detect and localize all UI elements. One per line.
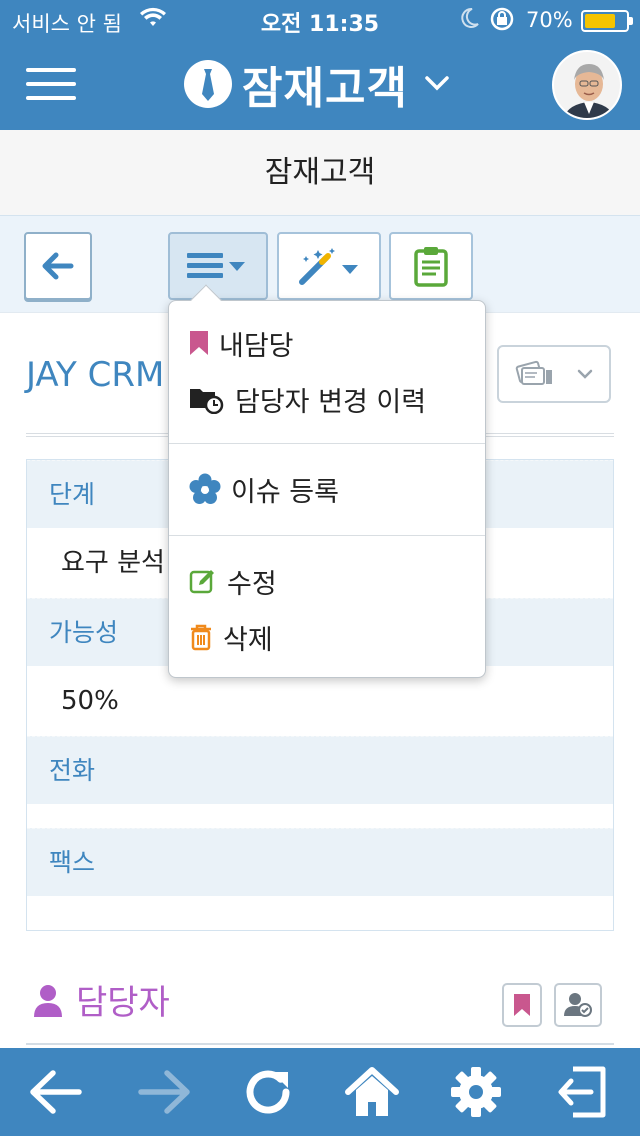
settings-button[interactable] [444,1060,508,1124]
field-value-fax [27,896,613,920]
menu-item-register-issue[interactable]: 이슈 등록 [189,469,339,509]
back-button[interactable] [24,232,92,300]
edit-icon [189,570,214,594]
arrow-left-icon [30,1070,82,1114]
moon-icon [458,6,480,35]
menu-item-label: 내담당 [219,330,294,362]
avatar[interactable] [552,50,622,120]
menu-toggle-button[interactable] [26,68,76,100]
menu-item-edit[interactable]: 수정 [189,561,277,601]
home-icon [345,1067,399,1116]
menu-item-my-assignment[interactable]: 내담당 [189,323,294,363]
menu-item-label: 이슈 등록 [231,476,339,508]
home-button[interactable] [340,1060,404,1124]
list-menu-button[interactable] [168,232,268,300]
gear-icon [451,1067,501,1117]
top-bar: 서비스 안 됨 오전 11:35 70% 잠재고객 [0,0,640,130]
module-selector[interactable]: 잠재고객 [184,56,450,114]
folder-history-icon [190,389,224,414]
refresh-icon [246,1070,290,1114]
owner-section-title: 담당자 [76,983,170,1023]
clipboard-icon [414,247,448,287]
action-toolbar [0,216,640,312]
divider [26,1043,614,1045]
business-cards-icon [515,360,552,385]
field-label-fax: 팩스 [27,828,613,896]
tie-icon [184,60,232,108]
battery-percent: 70% [526,8,573,32]
logout-button[interactable] [550,1060,614,1124]
user-check-icon [564,993,592,1017]
arrow-left-icon [42,252,74,280]
bookmark-icon [190,331,208,355]
trash-icon [191,624,211,651]
bottom-nav-bar [0,1048,640,1136]
menu-item-delete[interactable]: 삭제 [189,617,273,657]
field-label-phone: 전화 [27,736,613,804]
flower-icon [189,473,221,504]
browser-forward-button[interactable] [132,1060,196,1124]
user-icon [34,984,62,1017]
magic-wand-icon [299,248,358,285]
nav-bar: 잠재고객 [0,40,640,130]
bookmark-button[interactable] [502,983,542,1027]
menu-separator [169,535,485,536]
list-menu-icon [187,253,245,278]
rotation-lock-icon [488,6,516,37]
browser-back-button[interactable] [24,1060,88,1124]
page-title: 잠재고객 [264,155,376,190]
context-menu: 내담당 담당자 변경 이력 이슈 등록 수정 삭제 [168,284,486,678]
chevron-down-icon [577,369,593,379]
assign-owner-button[interactable] [554,983,602,1027]
chevron-down-icon [424,69,450,99]
owner-section-header: 담당자 [32,975,170,1024]
record-title: JAY CRM [26,355,165,395]
nav-title: 잠재고객 [242,63,408,114]
logout-icon [558,1066,606,1118]
menu-separator [169,443,485,444]
refresh-button[interactable] [236,1060,300,1124]
menu-item-label: 수정 [227,568,277,600]
page-header: 잠재고객 [0,130,640,216]
arrow-right-icon [138,1070,190,1114]
card-actions-dropdown[interactable] [497,345,611,403]
menu-item-label: 삭제 [223,624,273,656]
menu-item-owner-history[interactable]: 담당자 변경 이력 [189,379,426,419]
field-value-phone [27,804,613,828]
menu-item-label: 담당자 변경 이력 [235,386,427,418]
magic-wand-button[interactable] [277,232,381,300]
status-bar: 서비스 안 됨 오전 11:35 70% [0,0,640,40]
battery-icon [581,10,633,32]
bookmark-icon [514,994,530,1016]
clipboard-button[interactable] [389,232,473,300]
